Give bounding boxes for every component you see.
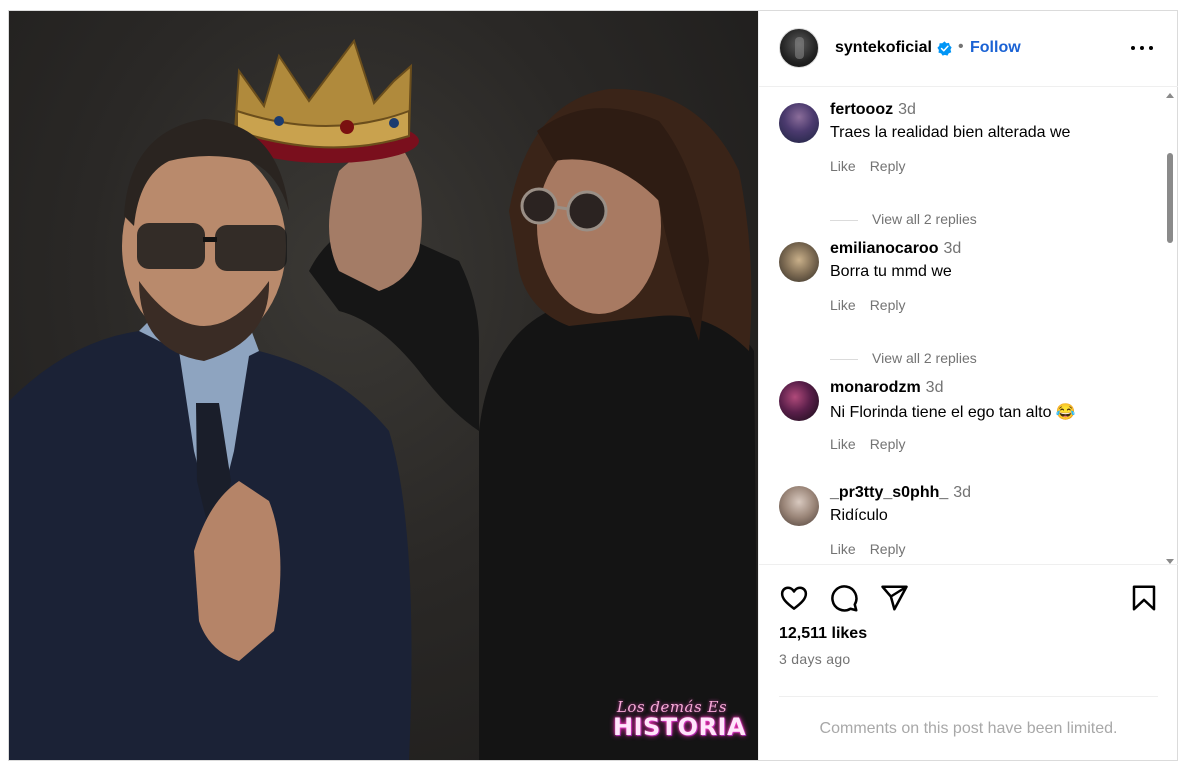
comment-actions: Like Reply (830, 297, 919, 313)
commenter-avatar[interactable] (779, 381, 819, 421)
commenter-username[interactable]: emilianocaroo (830, 240, 938, 257)
replies-line (830, 219, 858, 221)
commenter-username[interactable]: _pr3tty_s0phh_ (830, 484, 948, 501)
comment-like-button[interactable]: Like (830, 436, 856, 452)
verified-badge-icon (937, 41, 952, 56)
comment-like-button[interactable]: Like (830, 541, 856, 557)
comment-header: _pr3tty_s0phh_ 3d (830, 484, 971, 502)
commenter-username[interactable]: monarodzm (830, 379, 921, 396)
comment-like-button[interactable]: Like (830, 158, 856, 174)
comment-actions: Like Reply (830, 158, 919, 174)
header-separator: • (958, 38, 964, 55)
speech-bubble-icon[interactable] (829, 583, 859, 613)
comment-time[interactable]: 3d (953, 484, 971, 501)
comment-header: fertoooz 3d (830, 101, 916, 119)
comment-text: Ni Florinda tiene el ego tan alto 😂 (830, 404, 1076, 421)
scrollbar-thumb[interactable] (1167, 153, 1173, 243)
post-date[interactable]: 3 days ago (779, 651, 851, 667)
watermark-main-text: HISTORIA (613, 713, 747, 741)
author-avatar[interactable] (779, 28, 819, 68)
comment-time[interactable]: 3d (943, 240, 961, 257)
comment-reply-button[interactable]: Reply (870, 158, 906, 174)
author-username[interactable]: syntekoficial (835, 39, 932, 57)
comment-actions: Like Reply (830, 436, 919, 452)
post-image[interactable]: Los demás Es HISTORIA (9, 11, 758, 760)
comment-actions: Like Reply (830, 541, 919, 557)
comment-text: Traes la realidad bien alterada we (830, 124, 1071, 141)
likes-count[interactable]: 12,511 likes (779, 625, 867, 643)
comment-text: Borra tu mmd we (830, 263, 952, 280)
comment-header: emilianocaroo 3d (830, 240, 961, 258)
follow-button[interactable]: Follow (970, 39, 1021, 57)
comment-time[interactable]: 3d (898, 101, 916, 118)
commenter-avatar[interactable] (779, 486, 819, 526)
scroll-up-arrow-icon[interactable] (1166, 93, 1174, 98)
commenter-avatar[interactable] (779, 242, 819, 282)
comment-header: monarodzm 3d (830, 379, 943, 397)
replies-line (830, 358, 858, 360)
comments-scrollbar[interactable] (1163, 93, 1175, 565)
comment-reply-button[interactable]: Reply (870, 297, 906, 313)
comment-like-button[interactable]: Like (830, 297, 856, 313)
commenter-username[interactable]: fertoooz (830, 101, 893, 118)
view-replies-button[interactable]: View all 2 replies (830, 350, 977, 366)
comment-text: Ridículo (830, 507, 888, 524)
view-replies-button[interactable]: View all 2 replies (830, 211, 977, 227)
view-replies-label: View all 2 replies (872, 211, 977, 227)
three-dots-icon (1131, 46, 1135, 50)
comments-list[interactable]: fertoooz 3d Traes la realidad bien altera… (759, 87, 1178, 564)
heart-icon[interactable] (779, 583, 809, 613)
comments-limited-notice: Comments on this post have been limited. (819, 720, 1118, 737)
post-actions-section: 12,511 likes 3 days ago Comments on this… (759, 564, 1178, 760)
watermark-logo: Los demás Es HISTORIA (613, 699, 747, 741)
view-replies-label: View all 2 replies (872, 350, 977, 366)
three-dots-icon (1140, 46, 1144, 50)
post-side-panel: syntekoficial • Follow fertoooz 3d Traes … (758, 11, 1178, 760)
bookmark-icon[interactable] (1129, 583, 1159, 613)
post-image-illustration (9, 38, 758, 760)
more-options-button[interactable] (1131, 44, 1153, 52)
three-dots-icon (1149, 46, 1153, 50)
comment-time[interactable]: 3d (926, 379, 944, 396)
paper-plane-icon[interactable] (879, 583, 909, 613)
commenter-avatar[interactable] (779, 103, 819, 143)
comment-reply-button[interactable]: Reply (870, 436, 906, 452)
divider (779, 696, 1158, 697)
comment-reply-button[interactable]: Reply (870, 541, 906, 557)
post-dialog: Los demás Es HISTORIA syntekoficial • Fo… (8, 10, 1178, 761)
post-header: syntekoficial • Follow (759, 11, 1178, 87)
